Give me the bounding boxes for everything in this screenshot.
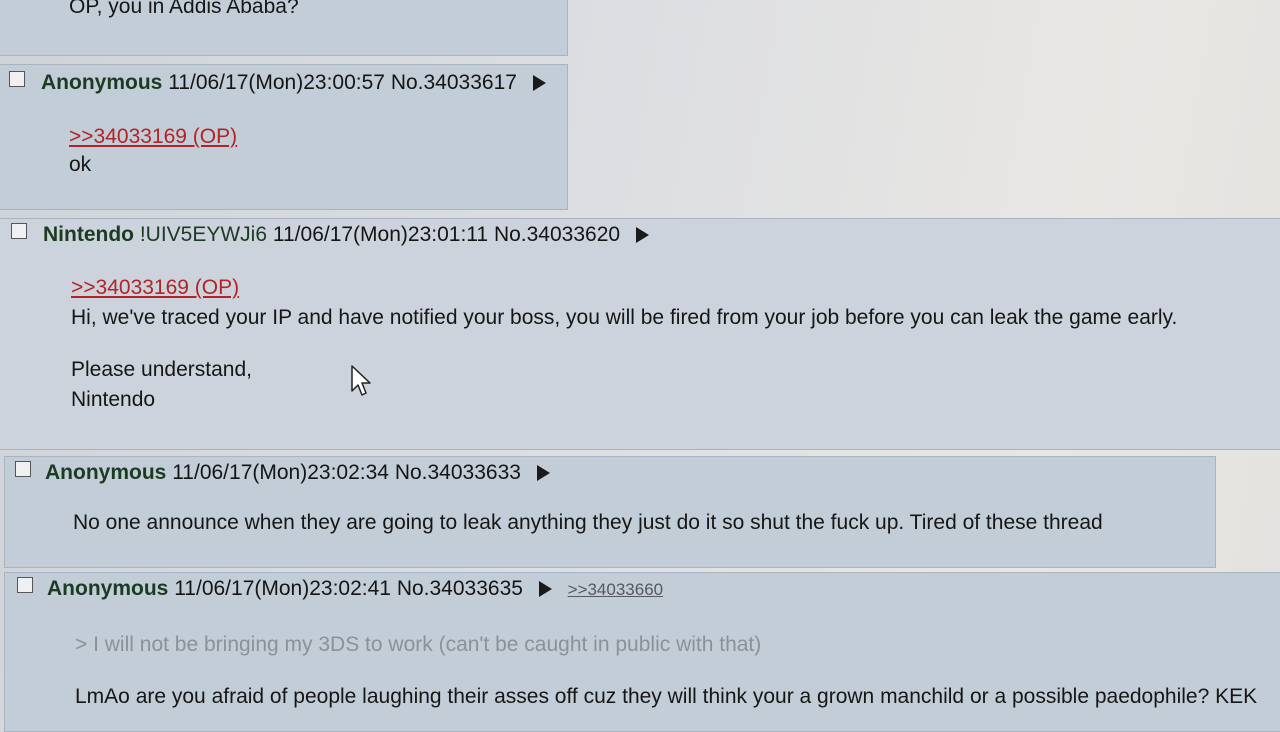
post-datetime: 11/06/17(Mon)23:01:11 (272, 223, 489, 246)
triangle-right-icon[interactable] (538, 581, 552, 598)
poster-name: Nintendo (43, 223, 134, 246)
post-body-line: No one announce when they are going to l… (73, 511, 1103, 534)
post-body: No one announce when they are going to l… (73, 511, 1103, 535)
select-checkbox[interactable] (9, 71, 25, 87)
reply-post-previous: OP, you in Addis Ababa? (0, 0, 568, 56)
post-body-line: ok (69, 153, 92, 176)
triangle-right-icon[interactable] (536, 465, 550, 482)
select-checkbox[interactable] (17, 577, 33, 593)
post-body-line: Hi, we've traced your IP and have notifi… (71, 306, 1178, 329)
quote-link[interactable]: >>34033169 (OP) (69, 125, 237, 148)
mouse-cursor-icon (351, 365, 371, 396)
post-body: > I will not be bringing my 3DS to work … (75, 631, 1257, 711)
poster-name: Anonymous (45, 461, 167, 484)
select-checkbox[interactable] (15, 461, 31, 477)
post-body-line: Please understand, (71, 358, 252, 381)
post-datetime: 11/06/17(Mon)23:00:57 (168, 71, 385, 94)
select-checkbox[interactable] (11, 223, 27, 239)
post-header: Anonymous 11/06/17(Mon)23:02:41 No.34033… (47, 577, 663, 601)
post-number[interactable]: No.34033633 (395, 461, 521, 484)
post-number[interactable]: No.34033617 (391, 71, 517, 94)
reply-post: Anonymous 11/06/17(Mon)23:00:57 No.34033… (0, 64, 568, 210)
post-header: Nintendo !UIV5EYWJi6 11/06/17(Mon)23:01:… (43, 223, 649, 247)
post-body-line: OP, you in Addis Ababa? (69, 0, 299, 18)
post-datetime: 11/06/17(Mon)23:02:34 (172, 461, 389, 484)
greentext-quote: > I will not be bringing my 3DS to work … (75, 633, 762, 656)
reply-post: Nintendo !UIV5EYWJi6 11/06/17(Mon)23:01:… (0, 218, 1280, 450)
reply-post: Anonymous 11/06/17(Mon)23:02:41 No.34033… (4, 572, 1280, 732)
backlink[interactable]: >>34033660 (568, 580, 664, 599)
post-body-line: LmAo are you afraid of people laughing t… (75, 685, 1258, 708)
poster-name: Anonymous (41, 71, 163, 94)
tripcode: !UIV5EYWJi6 (139, 223, 268, 246)
triangle-right-icon[interactable] (635, 227, 649, 244)
reply-post: Anonymous 11/06/17(Mon)23:02:34 No.34033… (4, 456, 1216, 568)
post-header: Anonymous 11/06/17(Mon)23:02:34 No.34033… (45, 461, 550, 485)
poster-name: Anonymous (47, 577, 169, 600)
post-header: Anonymous 11/06/17(Mon)23:00:57 No.34033… (41, 71, 546, 95)
post-body: >>34033169 (OP) Hi, we've traced your IP… (71, 273, 1177, 415)
post-number[interactable]: No.34033620 (494, 223, 620, 246)
triangle-right-icon[interactable] (532, 75, 546, 92)
post-body-line: Nintendo (71, 388, 156, 411)
post-number[interactable]: No.34033635 (397, 577, 523, 600)
quote-link[interactable]: >>34033169 (OP) (71, 276, 239, 299)
post-body: >>34033169 (OP) ok (69, 123, 237, 179)
post-datetime: 11/06/17(Mon)23:02:41 (174, 577, 391, 600)
